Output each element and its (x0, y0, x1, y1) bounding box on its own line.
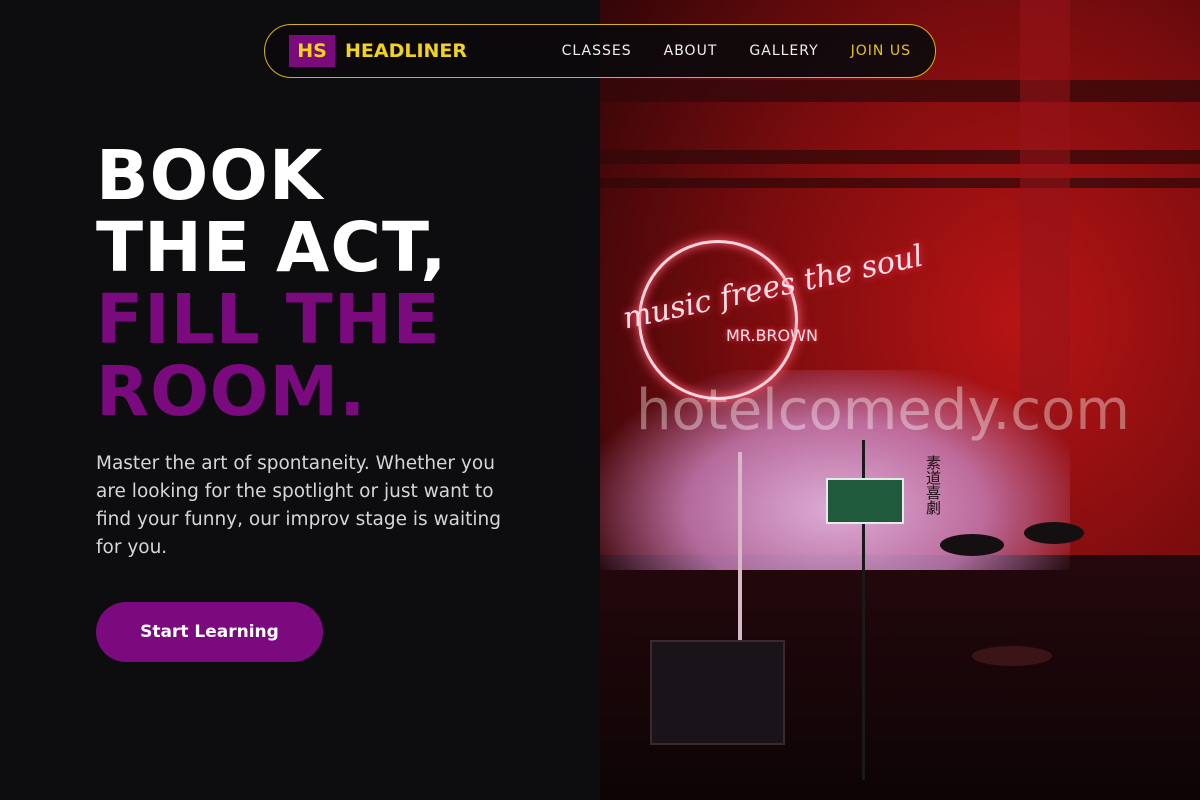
drum-cymbal (1024, 522, 1084, 544)
amplifier (650, 640, 785, 745)
mic-box (826, 478, 904, 524)
nav-join-us[interactable]: JOIN US (851, 43, 911, 59)
hero-headline: BOOK THE ACT, FILL THE ROOM. (96, 140, 447, 428)
nav-gallery[interactable]: GALLERY (749, 43, 818, 59)
headline-line-3: FILL THE (96, 280, 441, 360)
drum-cymbal (940, 534, 1004, 556)
light-pole (738, 452, 742, 642)
stage-sign: 素道喜劇 (924, 455, 942, 515)
headline-line-1: BOOK (96, 136, 324, 216)
brand-name[interactable]: HEADLINER (345, 40, 467, 62)
watermark: hotelcomedy.com (636, 378, 1130, 443)
logo-mark[interactable]: HS (289, 35, 335, 67)
headline-line-2: THE ACT, (96, 208, 448, 288)
start-learning-button[interactable]: Start Learning (96, 602, 323, 662)
nav-about[interactable]: ABOUT (664, 43, 718, 59)
headline-line-4: ROOM. (96, 352, 367, 432)
stool (972, 646, 1052, 666)
nav-links: CLASSES ABOUT GALLERY JOIN US (562, 43, 911, 59)
top-navbar: HS HEADLINER CLASSES ABOUT GALLERY JOIN … (264, 24, 936, 78)
hero-text-panel: BOOK THE ACT, FILL THE ROOM. Master the … (0, 0, 600, 800)
ceiling-beam (600, 80, 1200, 102)
ceiling-pipe (600, 178, 1200, 188)
neon-name: MR.BROWN (726, 326, 818, 345)
hero-subtitle: Master the art of spontaneity. Whether y… (96, 453, 502, 558)
ceiling-pipe (600, 150, 1200, 164)
nav-classes[interactable]: CLASSES (562, 43, 632, 59)
